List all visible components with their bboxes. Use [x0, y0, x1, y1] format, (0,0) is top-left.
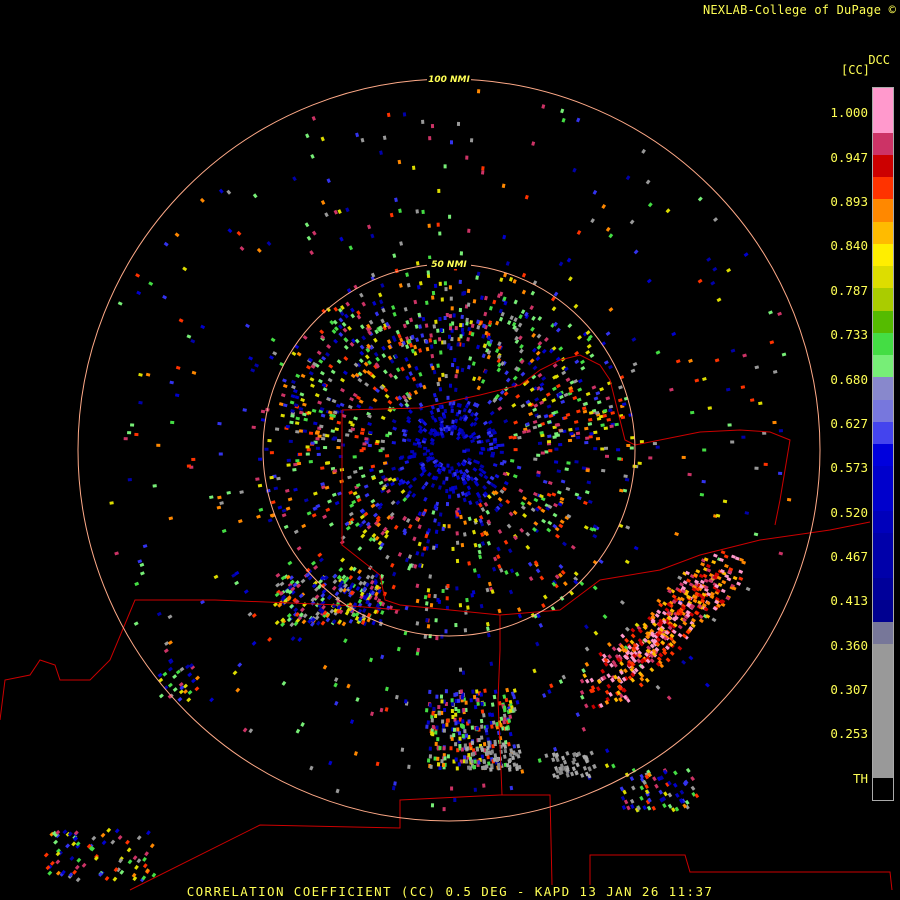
colorbar-cell	[873, 444, 893, 467]
colorbar-product-name: DCC	[868, 53, 890, 67]
colorbar-cell	[873, 644, 893, 667]
radar-echoes	[43, 89, 792, 883]
colorbar-tick: 0.840	[830, 238, 868, 253]
state-border-line	[129, 794, 553, 891]
colorbar-cell	[873, 288, 893, 311]
colorbar-cell	[873, 577, 893, 600]
colorbar-cell	[873, 555, 893, 578]
colorbar-cell	[873, 132, 893, 155]
colorbar-cell	[873, 221, 893, 244]
range-ring-50nmi	[262, 263, 636, 637]
colorbar-tick: 0.627	[830, 416, 868, 431]
colorbar-tick: 1.000	[830, 105, 868, 120]
colorbar-cell	[873, 488, 893, 511]
colorbar-tick: 0.893	[830, 194, 868, 209]
colorbar-tick: 0.413	[830, 593, 868, 608]
colorbar-cell	[873, 110, 893, 133]
colorbar-cell	[873, 177, 893, 200]
colorbar-tick: 0.307	[830, 682, 868, 697]
colorbar-cell	[873, 711, 893, 734]
state-borders	[0, 354, 893, 891]
product-title: CORRELATION COEFFICIENT (CC) 0.5 DEG - K…	[186, 884, 714, 899]
colorbar-product-abbrev: [CC]	[841, 63, 870, 77]
colorbar-tick: 0.733	[830, 327, 868, 342]
radar-display: 100 NMI 50 NMI NEXLAB-College of DuPage …	[0, 0, 900, 900]
colorbar-cell	[873, 510, 893, 533]
colorbar-cell	[873, 421, 893, 444]
credit-label: NEXLAB-College of DuPage ©	[702, 3, 896, 17]
colorbar-cell	[873, 666, 893, 689]
colorbar-tick: 0.680	[830, 372, 868, 387]
colorbar-cell	[873, 533, 893, 556]
colorbar-tick: 0.253	[830, 726, 868, 741]
colorbar-tick: 0.520	[830, 505, 868, 520]
colorbar-cell	[873, 622, 893, 645]
colorbar-tick: 0.787	[830, 283, 868, 298]
colorbar-tick: 0.947	[830, 150, 868, 165]
range-rings: 100 NMI 50 NMI	[77, 74, 821, 822]
colorbar-cell	[873, 332, 893, 355]
colorbar-cell	[873, 755, 893, 778]
colorbar-cell	[873, 154, 893, 177]
colorbar-cell	[873, 466, 893, 489]
colorbar-cell	[873, 733, 893, 756]
range-ring-label-100: 100 NMI	[428, 75, 470, 85]
colorbar-cell	[873, 88, 893, 111]
colorbar-cell	[873, 777, 893, 800]
colorbar-cell	[873, 199, 893, 222]
radar-map: 100 NMI 50 NMI	[0, 74, 893, 891]
colorbar-cell	[873, 377, 893, 400]
colorbar-cell	[873, 310, 893, 333]
state-border-line	[0, 599, 401, 721]
colorbar-cell	[873, 688, 893, 711]
colorbar-cell	[873, 355, 893, 378]
colorbar-tick: 0.573	[830, 460, 868, 475]
colorbar-tick: TH	[852, 771, 868, 786]
colorbar	[872, 87, 894, 801]
colorbar-tick: 0.467	[830, 549, 868, 564]
range-ring-100nmi	[77, 78, 821, 822]
colorbar-cell	[873, 399, 893, 422]
colorbar-tick: 0.360	[830, 638, 868, 653]
colorbar-cell	[873, 243, 893, 266]
colorbar-cell	[873, 599, 893, 622]
colorbar-cell	[873, 266, 893, 289]
range-ring-label-50: 50 NMI	[431, 260, 467, 270]
